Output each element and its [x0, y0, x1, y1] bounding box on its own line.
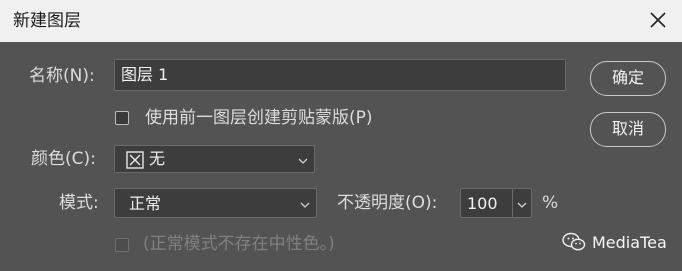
watermark-text: MediaTea	[592, 232, 667, 252]
watermark: MediaTea	[562, 230, 667, 254]
color-value: 无	[149, 149, 166, 168]
clip-mask-checkbox[interactable]	[115, 111, 129, 125]
wechat-icon	[562, 232, 586, 251]
opacity-unit: %	[542, 193, 559, 213]
cancel-button[interactable]: 取消	[590, 112, 666, 147]
mode-label: 模式:	[59, 193, 99, 213]
opacity-label: 不透明度(O):	[337, 193, 438, 213]
ok-button[interactable]: 确定	[590, 61, 666, 96]
opacity-value: 100	[467, 194, 498, 213]
color-select[interactable]: 无	[114, 145, 315, 173]
clip-mask-label: 使用前一图层创建剪贴蒙版(P)	[145, 108, 373, 128]
dialog-title: 新建图层	[13, 11, 81, 31]
layer-name-value: 图层 1	[121, 65, 169, 84]
chevron-down-icon	[300, 202, 310, 208]
mode-value: 正常	[129, 194, 162, 213]
close-button[interactable]	[646, 8, 670, 32]
chevron-down-icon	[298, 158, 308, 164]
color-label: 颜色(C):	[31, 149, 96, 169]
opacity-divider	[512, 189, 513, 217]
layer-name-input[interactable]: 图层 1	[114, 59, 566, 91]
opacity-input[interactable]: 100	[460, 188, 532, 218]
name-label: 名称(N):	[29, 66, 95, 86]
close-icon	[650, 12, 666, 28]
chevron-down-icon[interactable]	[517, 200, 527, 210]
neutral-color-label: (正常模式不存在中性色。)	[143, 234, 335, 254]
neutral-color-checkbox[interactable]	[115, 238, 129, 252]
mode-select[interactable]: 正常	[114, 188, 317, 218]
title-bar: 新建图层	[0, 0, 682, 42]
no-color-x-icon	[126, 151, 144, 169]
